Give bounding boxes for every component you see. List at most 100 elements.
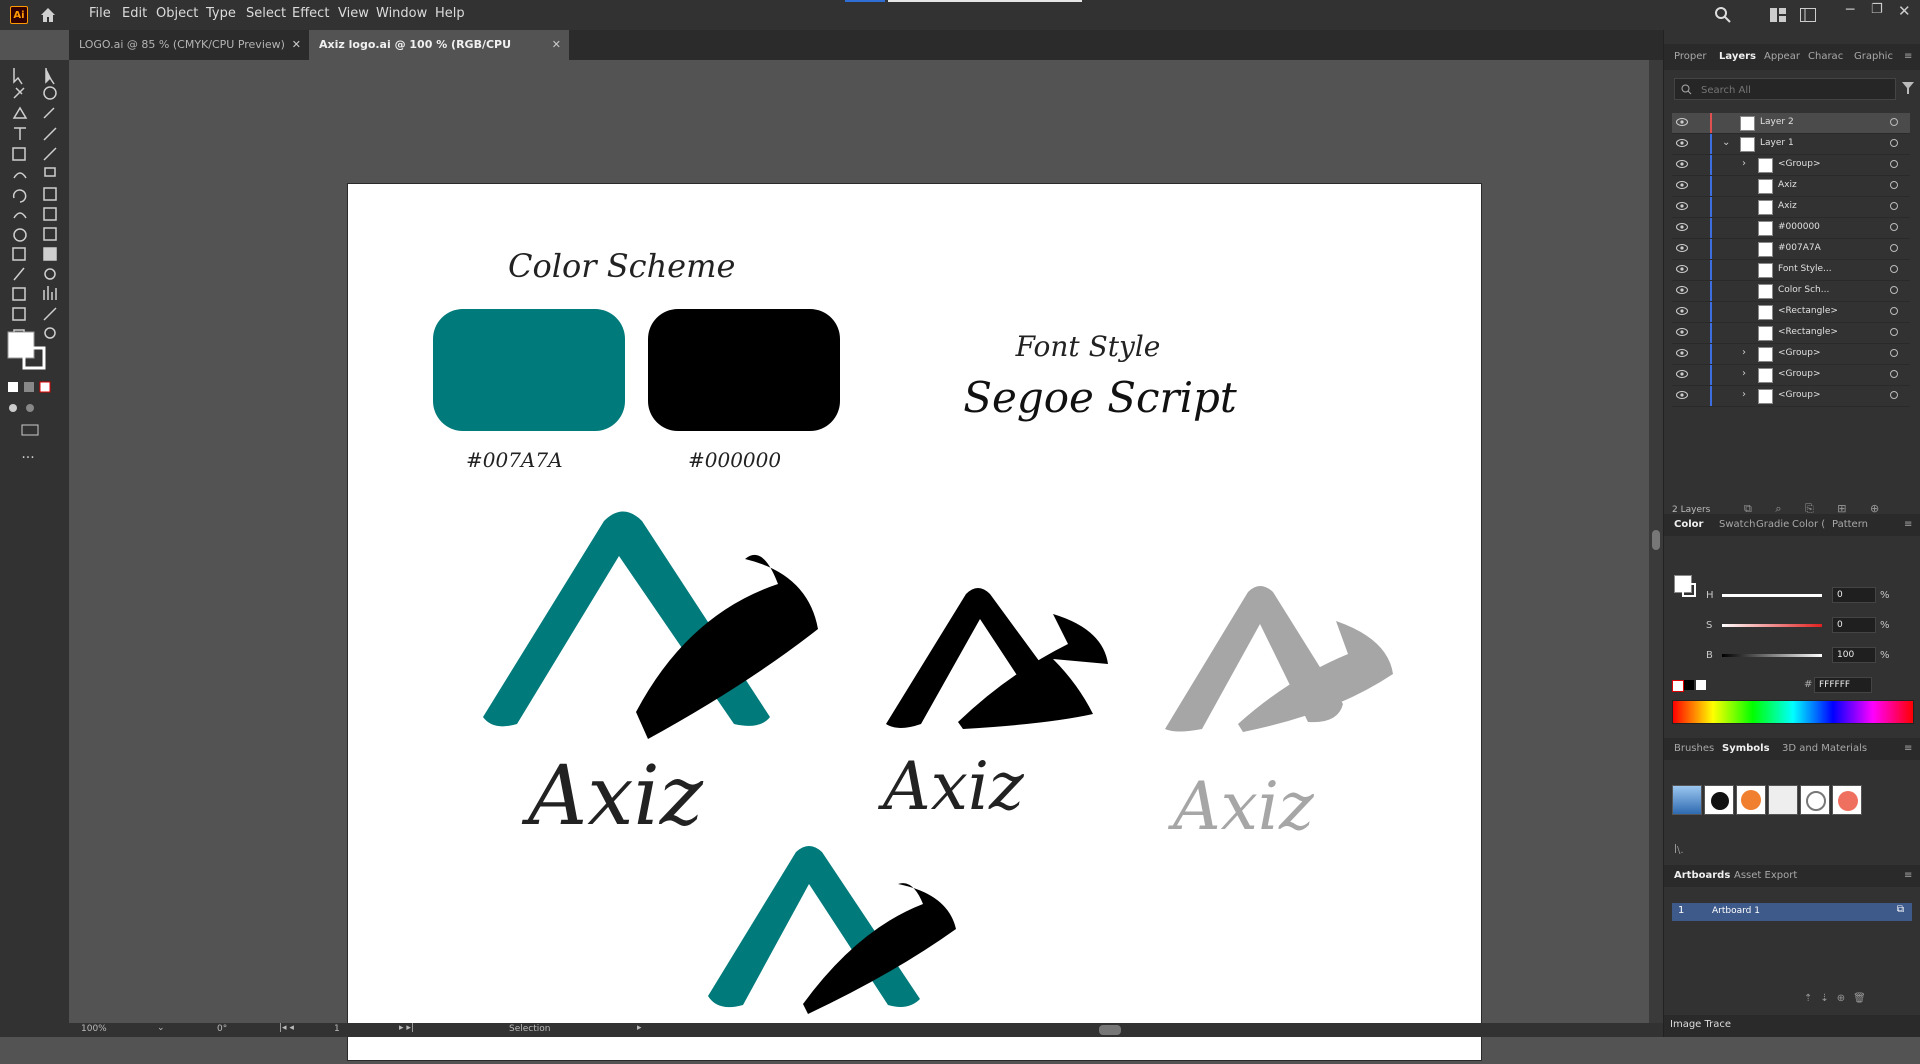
layer-row[interactable]: <Rectangle> [1672,323,1910,344]
visibility-eye-icon[interactable] [1676,264,1688,274]
menu-help[interactable]: Help [435,0,465,30]
layers-search[interactable] [1674,78,1896,100]
layer-row[interactable]: › <Group> [1672,386,1910,407]
color-stroke-swatch[interactable] [1682,583,1696,597]
symbol-orange-button[interactable] [1736,785,1766,815]
close-window-icon[interactable]: ✕ [1898,2,1911,20]
workspace-icon[interactable] [1800,8,1816,22]
b-value[interactable] [1832,647,1876,663]
visibility-eye-icon[interactable] [1676,222,1688,232]
target-circle-icon[interactable] [1890,286,1898,294]
layer-row[interactable]: Axiz [1672,176,1910,197]
symbol-frame[interactable] [1768,785,1798,815]
minimize-icon[interactable]: ─ [1846,2,1854,18]
menu-edit[interactable]: Edit [122,0,147,30]
close-tab-icon[interactable]: ✕ [292,30,301,60]
expand-chevron-icon[interactable]: ⌄ [1722,137,1730,148]
visibility-eye-icon[interactable] [1676,201,1688,211]
search-icon[interactable] [1714,6,1732,24]
target-circle-icon[interactable] [1890,139,1898,147]
symbol-ring[interactable] [1800,785,1830,815]
expand-chevron-icon[interactable]: › [1742,347,1746,358]
symbol-blue-banner[interactable] [1672,785,1702,815]
symbol-ink-splat[interactable] [1704,785,1734,815]
tab-axiz-logo[interactable]: Axiz logo.ai @ 100 % (RGB/CPU Preview) ✕ [309,30,569,81]
tab-character[interactable]: Charac [1808,44,1843,70]
target-circle-icon[interactable] [1890,391,1898,399]
target-circle-icon[interactable] [1890,160,1898,168]
hex-value[interactable] [1814,677,1872,693]
panel-menu-icon[interactable]: ≡ [1904,863,1912,889]
color-spectrum[interactable] [1672,700,1914,724]
restore-icon[interactable]: ❐ [1871,2,1883,17]
artboard-row[interactable]: 1 Artboard 1 ⧉ [1672,903,1912,921]
tab-appearance[interactable]: Appear [1764,44,1800,70]
layer-row[interactable]: Font Style... [1672,260,1910,281]
visibility-eye-icon[interactable] [1676,390,1688,400]
expand-chevron-icon[interactable]: › [1742,389,1746,400]
black-color-chip[interactable] [1684,680,1694,690]
visibility-eye-icon[interactable] [1676,117,1688,127]
tab-gradient[interactable]: Gradie [1756,512,1789,538]
artboard-options-icon[interactable]: ⧉ [1897,904,1904,915]
tab-asset-export[interactable]: Asset Export [1734,863,1797,889]
layer-row[interactable]: › <Group> [1672,155,1910,176]
visibility-eye-icon[interactable] [1676,306,1688,316]
target-circle-icon[interactable] [1890,244,1898,252]
target-circle-icon[interactable] [1890,307,1898,315]
tab-layers[interactable]: Layers [1719,44,1756,70]
vertical-scrollbar[interactable] [1649,60,1663,1023]
expand-chevron-icon[interactable]: › [1742,368,1746,379]
panel-menu-icon[interactable]: ≡ [1904,736,1912,762]
menu-effect[interactable]: Effect [292,0,329,30]
scroll-thumb[interactable] [1652,530,1660,550]
tab-color[interactable]: Color [1674,512,1703,538]
image-trace-label[interactable]: Image Trace [1670,1019,1731,1030]
artboard[interactable]: Color Scheme #007A7A #000000 Font Style … [347,183,1482,1061]
none-color-chip[interactable] [1672,680,1684,692]
tab-3d-materials[interactable]: 3D and Materials [1782,736,1867,762]
visibility-eye-icon[interactable] [1676,159,1688,169]
s-value[interactable] [1832,617,1876,633]
visibility-eye-icon[interactable] [1676,348,1688,358]
white-color-chip[interactable] [1696,680,1706,690]
layer-row[interactable]: #007A7A [1672,239,1910,260]
horizontal-scroll-thumb[interactable] [1099,1025,1121,1035]
b-slider[interactable] [1722,654,1822,657]
target-circle-icon[interactable] [1890,181,1898,189]
visibility-eye-icon[interactable] [1676,285,1688,295]
panel-menu-icon[interactable]: ≡ [1904,512,1912,538]
tab-artboards[interactable]: Artboards [1674,863,1730,889]
target-circle-icon[interactable] [1890,223,1898,231]
symbol-flower[interactable] [1832,785,1862,815]
next-artboard-icon[interactable]: ▸ ▸| [399,1023,414,1033]
arrange-documents-icon[interactable] [1770,8,1786,22]
layer-row[interactable]: ⌄ Layer 1 [1672,134,1910,155]
menu-select[interactable]: Select [246,0,286,30]
filter-icon[interactable] [1902,82,1914,94]
target-circle-icon[interactable] [1890,202,1898,210]
menu-window[interactable]: Window [376,0,427,30]
layer-row[interactable]: <Rectangle> [1672,302,1910,323]
layer-row[interactable]: Layer 2 [1672,113,1910,134]
tab-swatches[interactable]: Swatch [1719,512,1755,538]
tab-graphic-styles[interactable]: Graphic [1854,44,1893,70]
tab-pattern[interactable]: Pattern [1832,512,1868,538]
menu-type[interactable]: Type [206,0,236,30]
layer-row[interactable]: Axiz [1672,197,1910,218]
visibility-eye-icon[interactable] [1676,327,1688,337]
status-arrow-icon[interactable]: ▸ [637,1023,642,1033]
layers-search-input[interactable] [1699,81,1883,99]
h-value[interactable] [1832,587,1876,603]
menu-file[interactable]: File [89,0,111,30]
target-circle-icon[interactable] [1890,328,1898,336]
tab-symbols[interactable]: Symbols [1722,736,1770,762]
visibility-eye-icon[interactable] [1676,369,1688,379]
layer-row[interactable]: Color Sch... [1672,281,1910,302]
artboard-number[interactable]: 1 [334,1024,340,1034]
close-tab-icon[interactable]: ✕ [552,30,561,60]
zoom-level[interactable]: 100% [81,1024,107,1034]
target-circle-icon[interactable] [1890,265,1898,273]
menu-object[interactable]: Object [156,0,198,30]
target-circle-icon[interactable] [1890,370,1898,378]
